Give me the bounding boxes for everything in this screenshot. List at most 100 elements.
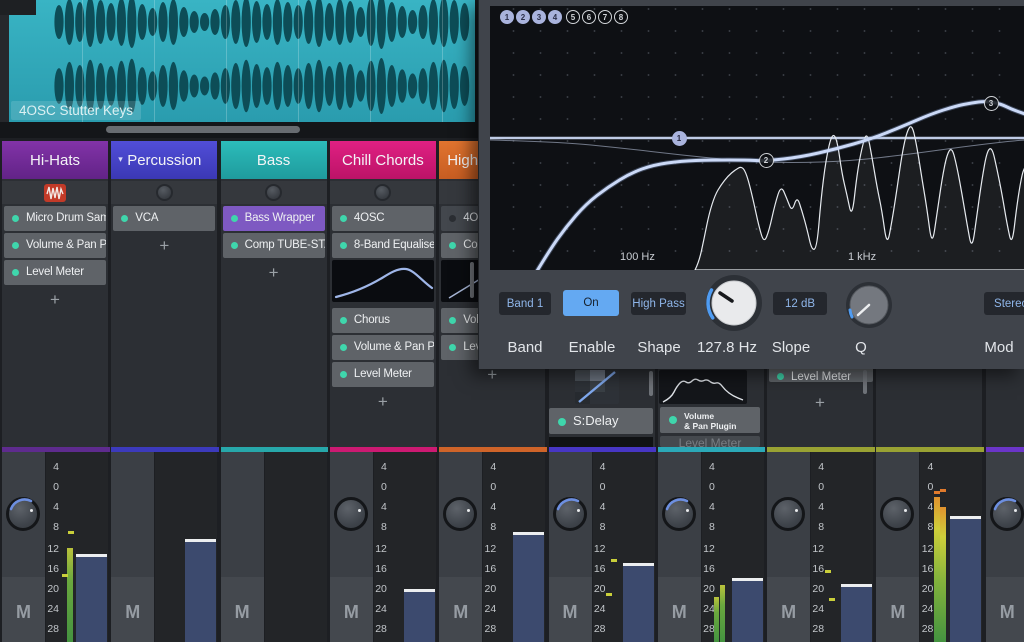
column-scrollbar[interactable] [649, 371, 653, 396]
plugin-state-dot[interactable] [340, 215, 347, 222]
volume-pan-slot[interactable]: Volume& Pan Plugin [660, 407, 760, 433]
plugin-state-dot[interactable] [558, 418, 566, 426]
plugin-state-dot[interactable] [449, 242, 456, 249]
eq-band-handle[interactable]: 3 [984, 96, 999, 111]
add-plugin-button[interactable]: + [221, 262, 327, 284]
mute-button[interactable]: M [221, 592, 264, 632]
volume-fader-track[interactable] [950, 519, 981, 642]
plugin-state-dot[interactable] [231, 215, 238, 222]
level-meter-bar [67, 548, 73, 642]
track-pan-knob[interactable] [265, 184, 282, 201]
eq-band-handle[interactable]: 1 [672, 131, 687, 146]
track-header-chill-chords[interactable]: Chill Chords [330, 141, 436, 179]
band-select-button[interactable]: Band 1 [499, 292, 551, 315]
plugin-slot[interactable]: Volume & Pan Plugin [4, 233, 106, 258]
track-header-percussion[interactable]: Percussion▾ [111, 141, 217, 179]
band-select-dot[interactable]: 3 [532, 10, 546, 24]
plugin-slot[interactable]: Level Meter [332, 362, 434, 387]
volume-fader-track[interactable] [404, 592, 435, 642]
add-plugin-button[interactable]: + [330, 391, 436, 413]
scrollbar-thumb[interactable] [106, 126, 300, 133]
slope-button[interactable]: 12 dB [773, 292, 827, 315]
band-select-dot[interactable]: 7 [598, 10, 612, 24]
audio-clip[interactable]: 4OSC Stutter Keys [9, 0, 475, 122]
plugin-state-dot[interactable] [449, 317, 456, 324]
plugin-state-dot[interactable] [340, 371, 347, 378]
band-select-dot[interactable]: 1 [500, 10, 514, 24]
plugin-state-dot[interactable] [777, 373, 784, 380]
horizontal-scrollbar[interactable] [0, 122, 478, 138]
plugin-state-dot[interactable] [449, 344, 456, 351]
plugin-slot[interactable]: 8-Band Equaliser [332, 233, 434, 258]
mode-button[interactable]: Stereo [984, 292, 1024, 315]
plugin-slot[interactable]: Volume & Pan Plugin [332, 335, 434, 360]
volume-fader-track[interactable] [185, 542, 216, 642]
plugin-state-dot[interactable] [340, 242, 347, 249]
add-plugin-button[interactable]: + [767, 392, 873, 414]
plugin-state-dot[interactable] [231, 242, 238, 249]
eq-graph[interactable]: 100 Hz 1 kHz [490, 6, 1024, 270]
plugin-state-dot[interactable] [340, 344, 347, 351]
pan-knob[interactable] [443, 497, 477, 531]
track-header-hi-hats[interactable]: Hi-Hats [2, 141, 108, 179]
mute-button[interactable]: M [330, 592, 373, 632]
volume-fader-track[interactable] [623, 566, 654, 642]
band-select-dot[interactable]: 8 [614, 10, 628, 24]
q-knob[interactable] [845, 281, 893, 329]
plugin-slot[interactable]: Comp TUBE-STA [223, 233, 325, 258]
band-select-dot[interactable]: 6 [582, 10, 596, 24]
mute-button[interactable]: M [876, 592, 919, 632]
plugin-state-dot[interactable] [121, 215, 128, 222]
band-select-dot[interactable]: 5 [566, 10, 580, 24]
dimmed-level-meter-slot[interactable]: Level Meter [660, 436, 760, 447]
column-scrollbar[interactable] [863, 370, 867, 394]
track-pan-knob[interactable] [156, 184, 173, 201]
spectrum-mini-display[interactable] [659, 370, 747, 404]
plugin-state-dot[interactable] [12, 242, 19, 249]
mute-button[interactable]: M [111, 592, 154, 632]
volume-fader-track[interactable] [841, 587, 872, 642]
pan-knob[interactable] [553, 497, 587, 531]
plugin-state-dot[interactable] [449, 215, 456, 222]
mute-button[interactable]: M [2, 592, 45, 632]
sdelay-slot[interactable]: S:Delay [549, 408, 653, 434]
plugin-state-dot[interactable] [669, 416, 677, 424]
band-select-dot[interactable]: 2 [516, 10, 530, 24]
plugin-slot[interactable]: Micro Drum Sampler [4, 206, 106, 231]
shape-button[interactable]: High Pass [631, 292, 686, 315]
plugin-mini-display[interactable] [332, 260, 434, 302]
plugin-slot[interactable]: Chorus [332, 308, 434, 333]
add-plugin-button[interactable]: + [2, 289, 108, 311]
pan-knob[interactable] [6, 497, 40, 531]
track-header-bass[interactable]: Bass [221, 141, 327, 179]
plugin-slot[interactable]: Bass Wrapper [223, 206, 325, 231]
plugin-state-dot[interactable] [340, 317, 347, 324]
plugin-slot[interactable]: Level Meter [4, 260, 106, 285]
plugin-slot[interactable]: VCA [113, 206, 215, 231]
add-plugin-button[interactable]: + [111, 235, 217, 257]
plugin-state-dot[interactable] [12, 215, 19, 222]
pan-knob[interactable] [990, 497, 1024, 531]
frequency-knob[interactable] [704, 273, 764, 333]
mute-button[interactable]: M [986, 592, 1024, 632]
mute-button[interactable]: M [767, 592, 810, 632]
sdelay-mini-display[interactable] [575, 370, 619, 404]
disclosure-icon[interactable]: ▾ [118, 154, 123, 165]
enable-button[interactable]: On [563, 290, 619, 316]
mute-button[interactable]: M [439, 592, 482, 632]
pan-knob[interactable] [334, 497, 368, 531]
column-scrollbar[interactable] [470, 262, 474, 298]
band-select-dot[interactable]: 4 [548, 10, 562, 24]
plugin-state-dot[interactable] [12, 269, 19, 276]
track-pan-knob[interactable] [374, 184, 391, 201]
mute-button[interactable]: M [549, 592, 592, 632]
volume-fader-track[interactable] [76, 557, 107, 642]
plugin-slot[interactable]: 4OSC [332, 206, 434, 231]
eq-band-handle[interactable]: 2 [759, 153, 774, 168]
pan-knob[interactable] [662, 497, 696, 531]
mute-button[interactable]: M [658, 592, 701, 632]
volume-fader-track[interactable] [513, 535, 544, 642]
volume-fader-track[interactable] [732, 581, 763, 642]
peak-hold-tick [62, 574, 68, 577]
pan-knob[interactable] [771, 497, 805, 531]
